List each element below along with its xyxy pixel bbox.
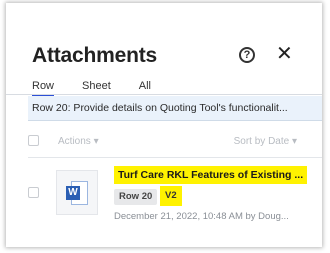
tabs-divider <box>6 94 322 95</box>
attachments-toolbar: Actions ▾ Sort by Date ▾ <box>28 131 322 151</box>
row-context-banner: Row 20: Provide details on Quoting Tool'… <box>28 96 322 121</box>
select-all-checkbox[interactable] <box>28 135 39 146</box>
version-badge[interactable]: V2 <box>160 186 182 206</box>
panel-title: Attachments <box>32 44 157 67</box>
help-icon[interactable]: ? <box>239 47 255 63</box>
attachment-meta: December 21, 2022, 10:48 AM by Doug... <box>114 211 289 222</box>
list-divider <box>28 157 322 158</box>
word-document-icon: W <box>66 180 88 205</box>
row-tag-badge: Row 20 <box>114 189 158 205</box>
sort-dropdown[interactable]: Sort by Date ▾ <box>234 136 297 147</box>
close-icon[interactable]: ✕ <box>276 44 293 64</box>
attachment-thumbnail[interactable]: W <box>56 170 98 215</box>
attachment-checkbox[interactable] <box>28 187 39 198</box>
attachment-name-link[interactable]: Turf Care RKL Features of Existing ... <box>114 166 308 184</box>
word-icon-letter: W <box>66 185 80 200</box>
attachments-panel: Attachments ? ✕ Row Sheet All Row 20: Pr… <box>6 3 322 247</box>
actions-dropdown[interactable]: Actions ▾ <box>58 136 99 147</box>
